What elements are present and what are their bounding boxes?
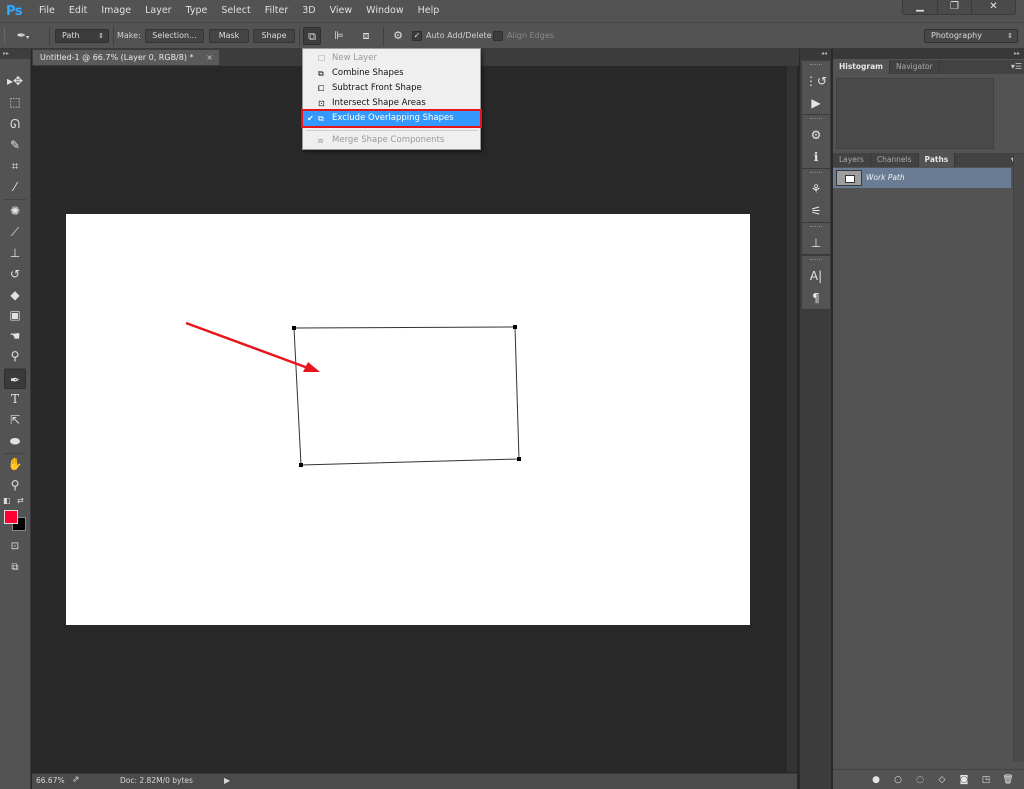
info-icon[interactable]: ℹ <box>802 146 830 168</box>
dock-group: ⋮↺ ▶ <box>802 61 830 115</box>
dock-group: ⊥ <box>802 223 830 255</box>
panels-collapse-button[interactable]: ▸▸ <box>833 49 1024 59</box>
panel-scrollbar[interactable] <box>1013 154 1024 762</box>
tab-histogram[interactable]: Histogram <box>833 60 890 74</box>
clone-source-icon[interactable]: ⊥ <box>802 232 830 254</box>
history-icon[interactable]: ⋮↺ <box>802 70 830 92</box>
dock-group: ⚘ ⚟ <box>802 169 830 223</box>
new-path-icon[interactable]: ◳ <box>979 773 993 787</box>
panel-menu-icon[interactable]: ▾☰ <box>1011 60 1022 74</box>
character-icon[interactable]: A| <box>802 265 830 287</box>
menu-separator <box>306 130 478 131</box>
menu-item-label: Intersect Shape Areas <box>332 98 426 108</box>
tab-navigator[interactable]: Navigator <box>890 60 940 74</box>
make-work-path-icon[interactable]: ◇ <box>935 773 949 787</box>
stroke-path-icon[interactable]: ○ <box>891 773 905 787</box>
actions-play-icon[interactable]: ▶ <box>802 92 830 114</box>
menu-item-new-layer[interactable]: ☐ New Layer <box>303 51 480 66</box>
intersect-shape-areas-icon: ⊡ <box>318 99 325 108</box>
anchor-point[interactable] <box>299 463 303 467</box>
delete-path-icon[interactable]: 🗑 <box>1001 773 1015 787</box>
properties-icon[interactable]: ⚙ <box>802 124 830 146</box>
dock-group: A| ¶ <box>802 256 830 310</box>
path-name: Work Path <box>866 173 905 182</box>
brush-settings-icon[interactable]: ⚟ <box>802 200 830 222</box>
dock-collapse-button[interactable]: ◂◂ <box>800 49 831 59</box>
menu-item-combine-shapes[interactable]: ⧉ Combine Shapes <box>303 66 480 81</box>
annotation-arrow-head <box>303 362 320 372</box>
menu-item-merge-shape-components[interactable]: ⧈ Merge Shape Components <box>303 133 480 148</box>
new-layer-icon: ☐ <box>318 54 326 63</box>
photoshop-window: Ps File Edit Image Layer Type Select Fil… <box>0 0 1024 789</box>
add-mask-icon[interactable]: ◙ <box>957 773 971 787</box>
histogram-display <box>836 78 994 149</box>
histogram-panel-tabs: Histogram Navigator ▾☰ <box>833 60 1024 74</box>
exclude-overlapping-shapes-icon: ⧉ <box>318 114 324 123</box>
status-bar: 66.67% ⇗ Doc: 2.82M/0 bytes ▶ <box>32 773 797 789</box>
menu-item-label: Exclude Overlapping Shapes <box>332 113 454 123</box>
merge-shape-components-icon: ⧈ <box>318 136 324 145</box>
menu-item-label: Combine Shapes <box>332 68 404 78</box>
panels-column: ▸▸ Histogram Navigator ▾☰ Layers Channel… <box>832 49 1024 789</box>
menu-item-intersect-shape-areas[interactable]: ⊡ Intersect Shape Areas <box>303 96 480 111</box>
annotation-arrow <box>185 321 320 372</box>
collapsed-panel-dock: ◂◂ ⋮↺ ▶ ⚙ ℹ ⚘ ⚟ ⊥ A| ¶ <box>799 49 831 789</box>
paths-panel-footer: ● ○ ◌ ◇ ◙ ◳ 🗑 <box>833 769 1024 789</box>
path-list-item[interactable]: Work Path <box>833 168 1011 188</box>
menu-item-exclude-overlapping-shapes[interactable]: ✔ ⧉ Exclude Overlapping Shapes <box>301 109 482 128</box>
menu-item-label: New Layer <box>332 53 377 63</box>
load-as-selection-icon[interactable]: ◌ <box>913 773 927 787</box>
tab-layers[interactable]: Layers <box>833 153 871 167</box>
paths-panel-tabs: Layers Channels Paths ▾☰ <box>833 153 1024 167</box>
menu-item-label: Subtract Front Shape <box>332 83 422 93</box>
combine-shapes-icon: ⧉ <box>318 69 324 78</box>
menu-item-subtract-front-shape[interactable]: ⧠ Subtract Front Shape <box>303 81 480 96</box>
checkmark-icon: ✔ <box>307 114 314 123</box>
paragraph-icon[interactable]: ¶ <box>802 287 830 309</box>
path-operations-menu: ☐ New Layer ⧉ Combine Shapes ⧠ Subtract … <box>301 48 482 150</box>
menu-item-label: Merge Shape Components <box>332 135 445 145</box>
status-menu-arrow-icon[interactable]: ▶ <box>224 776 230 785</box>
anchor-point[interactable] <box>513 325 517 329</box>
path-thumbnail <box>836 170 862 186</box>
brush-presets-icon[interactable]: ⚘ <box>802 178 830 200</box>
annotation-arrow-line <box>185 321 309 370</box>
fill-path-icon[interactable]: ● <box>869 773 883 787</box>
anchor-point[interactable] <box>517 457 521 461</box>
anchor-point[interactable] <box>292 326 296 330</box>
share-icon[interactable]: ⇗ <box>72 775 80 785</box>
tab-paths[interactable]: Paths <box>918 153 956 167</box>
dock-group: ⚙ ℹ <box>802 115 830 169</box>
subtract-front-shape-icon: ⧠ <box>318 84 325 93</box>
work-path-outline <box>293 326 520 466</box>
tab-channels[interactable]: Channels <box>871 153 919 167</box>
document-info: Doc: 2.82M/0 bytes <box>120 776 193 785</box>
zoom-level[interactable]: 66.67% <box>36 776 65 785</box>
